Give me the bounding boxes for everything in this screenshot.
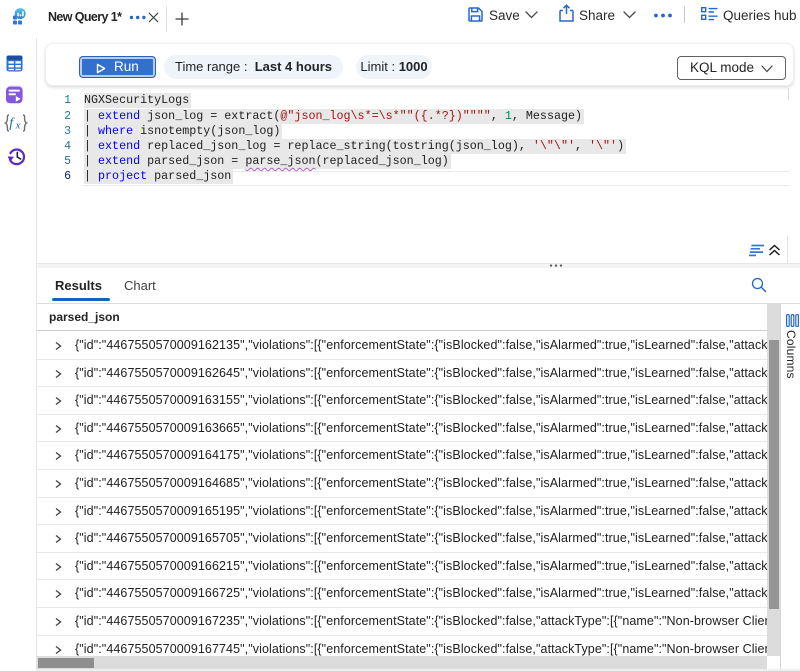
svg-text:f: f bbox=[9, 116, 15, 131]
svg-text:x: x bbox=[15, 120, 21, 132]
